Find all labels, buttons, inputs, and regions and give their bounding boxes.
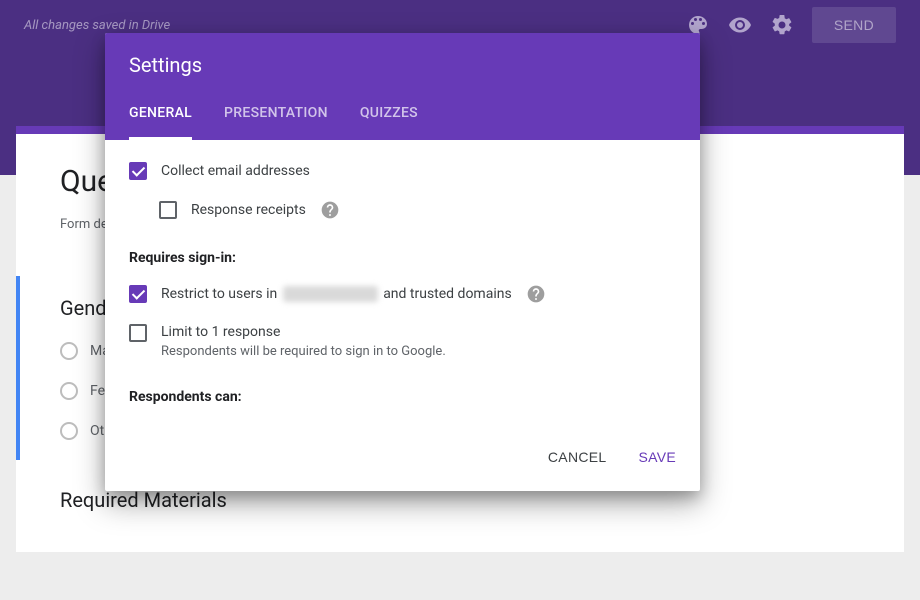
restrict-users-checkbox[interactable] [129, 285, 147, 303]
tab-presentation[interactable]: PRESENTATION [224, 105, 328, 140]
response-receipts-checkbox[interactable] [159, 201, 177, 219]
restrict-suffix: and trusted domains [380, 286, 512, 302]
limit-response-subtext: Respondents will be required to sign in … [161, 344, 446, 359]
respondents-can-label: Respondents can: [129, 389, 676, 405]
collect-email-row: Collect email addresses [129, 162, 676, 180]
response-receipts-label: Response receipts [191, 202, 306, 218]
response-receipts-row: Response receipts [159, 200, 676, 220]
redacted-domain [283, 286, 378, 302]
modal-title: Settings [129, 53, 676, 77]
restrict-users-label: Restrict to users in and trusted domains [161, 286, 512, 302]
modal-header: Settings GENERAL PRESENTATION QUIZZES [105, 33, 700, 140]
collect-email-label: Collect email addresses [161, 163, 310, 179]
collect-email-checkbox[interactable] [129, 162, 147, 180]
help-icon[interactable] [526, 284, 546, 304]
limit-response-checkbox[interactable] [129, 324, 147, 342]
settings-modal: Settings GENERAL PRESENTATION QUIZZES Co… [105, 33, 700, 491]
requires-signin-label: Requires sign-in: [129, 250, 676, 266]
modal-actions: CANCEL SAVE [105, 433, 700, 491]
tab-quizzes[interactable]: QUIZZES [360, 105, 418, 140]
modal-body: Collect email addresses Response receipt… [105, 140, 700, 433]
modal-tabs: GENERAL PRESENTATION QUIZZES [129, 105, 676, 140]
restrict-users-row: Restrict to users in and trusted domains [129, 284, 676, 304]
tab-general[interactable]: GENERAL [129, 105, 192, 140]
cancel-button[interactable]: CANCEL [544, 443, 611, 471]
save-button[interactable]: SAVE [634, 443, 680, 471]
restrict-prefix: Restrict to users in [161, 286, 281, 302]
help-icon[interactable] [320, 200, 340, 220]
limit-response-label: Limit to 1 response [161, 324, 446, 340]
limit-response-row: Limit to 1 response Respondents will be … [129, 324, 676, 359]
